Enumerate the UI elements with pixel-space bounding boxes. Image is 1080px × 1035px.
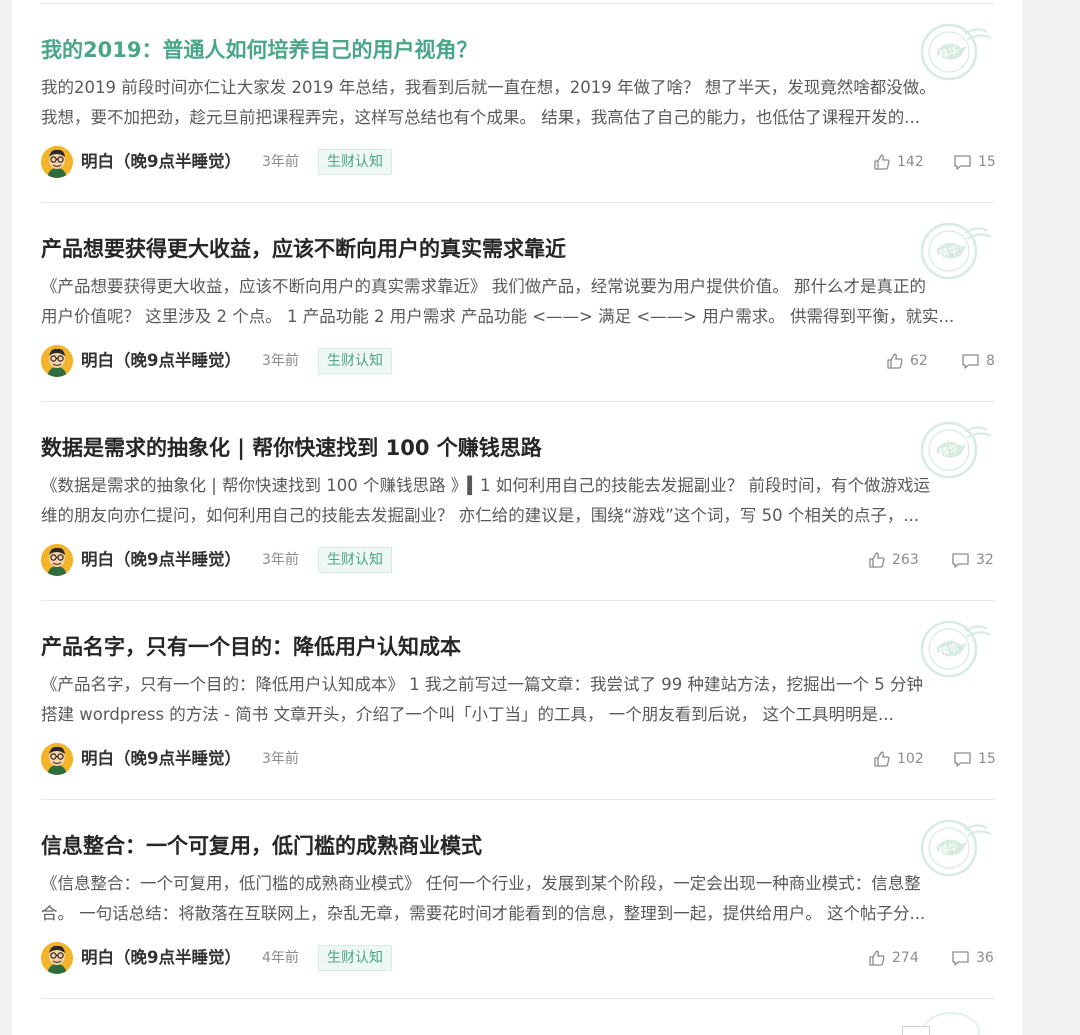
post-title[interactable]: 产品名字，只有一个目的：降低用户认知成本 xyxy=(41,632,461,662)
post-item[interactable]: 我的2019：普通人如何培养自己的用户视角？ 我的2019 前段时间亦仁让大家发… xyxy=(41,4,996,203)
like-button[interactable]: 142 xyxy=(873,153,924,171)
excerpt-line-2: 我想，要不加把劲，趁元旦前把课程弄完，这样写总结也有个成果。 结果，我高估了自己… xyxy=(41,108,920,127)
post-title[interactable]: 产品想要获得更大收益，应该不断向用户的真实需求靠近 xyxy=(41,234,566,264)
avatar[interactable] xyxy=(41,743,73,775)
category-tag[interactable]: 生财认知 xyxy=(318,547,392,573)
post-time: 3年前 xyxy=(262,154,299,170)
post-meta: 明白（晚9点半睡觉） 3年前 生财认知 142 15 xyxy=(41,146,996,178)
post-title[interactable]: 数据是需求的抽象化 | 帮你快速找到 100 个赚钱思路 xyxy=(41,433,542,463)
post-excerpt[interactable]: 《产品想要获得更大收益，应该不断向用户的真实需求靠近》 我们做产品，经常说要为用… xyxy=(41,272,994,332)
like-count: 142 xyxy=(897,154,924,170)
like-button[interactable]: 274 xyxy=(868,949,919,967)
comment-count: 8 xyxy=(986,353,995,369)
category-tag[interactable]: 生财认知 xyxy=(318,945,392,971)
comment-count: 36 xyxy=(976,950,994,966)
author-name[interactable]: 明白（晚9点半睡觉） xyxy=(81,349,241,373)
author-name[interactable]: 明白（晚9点半睡觉） xyxy=(81,747,241,771)
post-item[interactable]: 产品想要获得更大收益，应该不断向用户的真实需求靠近 《产品想要获得更大收益，应该… xyxy=(41,203,995,402)
post-excerpt[interactable]: 《产品名字，只有一个目的：降低用户认知成本》 1 我之前写过一篇文章：我尝试了 … xyxy=(41,670,994,730)
excerpt-line-1: 《数据是需求的抽象化 | 帮你快速找到 100 个赚钱思路 》▍1 如何利用自己… xyxy=(41,476,930,495)
like-button[interactable]: 102 xyxy=(873,750,924,768)
comment-button[interactable]: 36 xyxy=(951,949,994,967)
comment-button[interactable]: 8 xyxy=(961,352,995,370)
like-count: 102 xyxy=(897,751,924,767)
comment-icon xyxy=(952,951,969,966)
thumbs-up-icon xyxy=(869,950,885,966)
excerpt-line-1: 《产品想要获得更大收益，应该不断向用户的真实需求靠近》 我们做产品，经常说要为用… xyxy=(41,277,926,296)
post-meta: 明白（晚9点半睡觉） 4年前 生财认知 274 36 xyxy=(41,942,994,974)
like-count: 274 xyxy=(892,950,919,966)
category-tag[interactable]: 生财认知 xyxy=(318,348,392,374)
like-count: 62 xyxy=(910,353,928,369)
avatar[interactable] xyxy=(41,942,73,974)
excerpt-line-2: 用户价值呢？ 这里涉及 2 个点。 1 产品功能 2 用户需求 产品功能 <——… xyxy=(41,307,955,326)
excerpt-line-2: 维的朋友向亦仁提问，如何利用自己的技能去发掘副业？ 亦仁给的建议是，围绕“游戏”… xyxy=(41,506,920,525)
excerpt-line-1: 《信息整合：一个可复用，低门槛的成熟商业模式》 任何一个行业，发展到某个阶段，一… xyxy=(41,874,921,893)
excerpt-line-1: 《产品名字，只有一个目的：降低用户认知成本》 1 我之前写过一篇文章：我尝试了 … xyxy=(41,675,923,694)
post-item[interactable]: 数据是需求的抽象化 | 帮你快速找到 100 个赚钱思路 《数据是需求的抽象化 … xyxy=(41,402,994,601)
comment-count: 15 xyxy=(978,751,996,767)
featured-stamp-icon: 精华 xyxy=(920,23,992,81)
post-meta: 明白（晚9点半睡觉） 3年前 生财认知 62 8 xyxy=(41,345,995,377)
post-item[interactable]: 信息整合：一个可复用，低门槛的成熟商业模式 《信息整合：一个可复用，低门槛的成熟… xyxy=(41,800,994,999)
comment-button[interactable]: 15 xyxy=(953,153,996,171)
thumbs-up-icon xyxy=(887,353,903,369)
post-title[interactable]: 我的2019：普通人如何培养自己的用户视角？ xyxy=(41,35,477,65)
author-name[interactable]: 明白（晚9点半睡觉） xyxy=(81,548,241,572)
pagination-button[interactable] xyxy=(902,1026,930,1035)
thumbs-up-icon xyxy=(874,154,890,170)
post-item[interactable]: 产品名字，只有一个目的：降低用户认知成本 《产品名字，只有一个目的：降低用户认知… xyxy=(41,601,996,800)
left-gutter xyxy=(0,0,12,1035)
featured-stamp-icon: 精华 xyxy=(920,421,992,479)
avatar[interactable] xyxy=(41,544,73,576)
author-name[interactable]: 明白（晚9点半睡觉） xyxy=(81,150,241,174)
post-time: 3年前 xyxy=(262,353,299,369)
post-excerpt[interactable]: 我的2019 前段时间亦仁让大家发 2019 年总结，我看到后就一直在想，201… xyxy=(41,73,994,133)
post-meta: 明白（晚9点半睡觉） 3年前 生财认知 263 32 xyxy=(41,544,994,576)
post-excerpt[interactable]: 《信息整合：一个可复用，低门槛的成熟商业模式》 任何一个行业，发展到某个阶段，一… xyxy=(41,869,994,929)
avatar[interactable] xyxy=(41,345,73,377)
excerpt-line-2: 搭建 wordpress 的方法 - 简书 文章开头，介绍了一个叫「小丁当」的工… xyxy=(41,705,894,724)
like-button[interactable]: 62 xyxy=(886,352,928,370)
post-title[interactable]: 信息整合：一个可复用，低门槛的成熟商业模式 xyxy=(41,831,482,861)
comment-icon xyxy=(952,553,969,568)
post-time: 3年前 xyxy=(262,751,299,767)
author-name[interactable]: 明白（晚9点半睡觉） xyxy=(81,946,241,970)
comment-icon xyxy=(954,752,971,767)
divider xyxy=(41,998,994,999)
post-time: 4年前 xyxy=(262,950,299,966)
like-button[interactable]: 263 xyxy=(868,551,919,569)
thumbs-up-icon xyxy=(869,552,885,568)
post-excerpt[interactable]: 《数据是需求的抽象化 | 帮你快速找到 100 个赚钱思路 》▍1 如何利用自己… xyxy=(41,471,994,531)
thumbs-up-icon xyxy=(874,751,890,767)
post-time: 3年前 xyxy=(262,552,299,568)
post-meta: 明白（晚9点半睡觉） 3年前 102 15 xyxy=(41,743,996,775)
avatar[interactable] xyxy=(41,146,73,178)
comment-button[interactable]: 15 xyxy=(953,750,996,768)
excerpt-line-1: 我的2019 前段时间亦仁让大家发 2019 年总结，我看到后就一直在想，201… xyxy=(41,78,936,97)
featured-stamp-icon: 精华 xyxy=(920,819,992,877)
comment-count: 15 xyxy=(978,154,996,170)
comment-icon xyxy=(962,354,979,369)
category-tag[interactable]: 生财认知 xyxy=(318,149,392,175)
excerpt-line-2: 合。 一句话总结：将散落在互联网上，杂乱无章，需要花时间才能看到的信息，整理到一… xyxy=(41,904,926,923)
comment-icon xyxy=(954,155,971,170)
right-gutter xyxy=(1022,0,1080,1035)
comment-button[interactable]: 32 xyxy=(951,551,994,569)
like-count: 263 xyxy=(892,552,919,568)
comment-count: 32 xyxy=(976,552,994,568)
featured-stamp-icon: 精华 xyxy=(920,222,992,280)
featured-stamp-icon: 精华 xyxy=(920,620,992,678)
